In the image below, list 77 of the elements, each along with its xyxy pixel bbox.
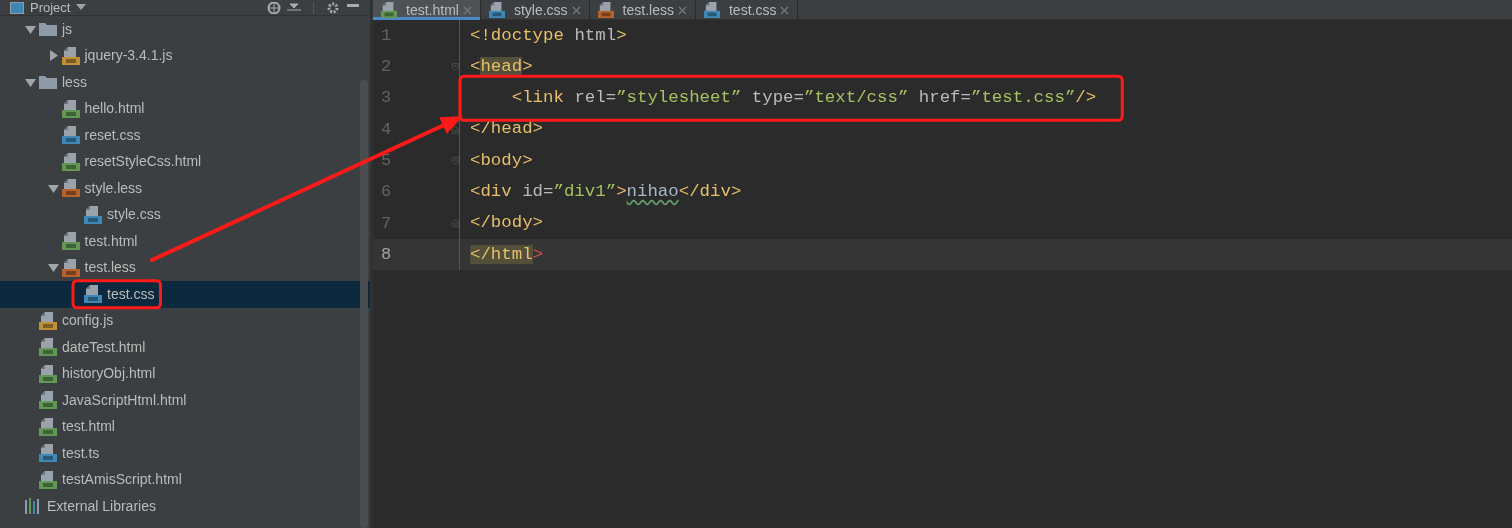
line-number: 2 <box>380 56 393 79</box>
editor-tab[interactable]: test.html <box>373 0 481 20</box>
css-file-icon <box>703 2 720 18</box>
settings-icon[interactable] <box>326 1 340 14</box>
tree-item[interactable]: test.css <box>0 281 370 308</box>
editor-tab[interactable]: test.less <box>589 0 696 20</box>
js-file-icon <box>39 311 57 330</box>
html-file-icon <box>381 2 397 18</box>
html-file-icon <box>61 99 80 118</box>
folder-icon <box>39 75 57 90</box>
editor-tab[interactable]: style.css <box>480 0 590 20</box>
tree-item[interactable]: test.less <box>0 254 370 281</box>
locate-icon[interactable] <box>267 1 281 14</box>
close-icon[interactable] <box>677 5 687 15</box>
scrollbar[interactable] <box>360 80 368 528</box>
panel-title: Project <box>30 0 71 15</box>
code-line: <!doctype html> <box>470 24 627 47</box>
code-line: </html> <box>470 243 544 266</box>
expanded-arrow-icon[interactable] <box>25 23 36 35</box>
html-file-icon <box>39 470 57 489</box>
js-file-icon <box>61 46 80 65</box>
line-number: 8 <box>380 243 393 266</box>
tree-item[interactable]: test.ts <box>0 440 370 467</box>
folder-icon <box>39 22 57 37</box>
tree-item[interactable]: hello.html <box>0 95 370 122</box>
caret-icon[interactable] <box>76 3 87 12</box>
window-icon <box>10 1 24 14</box>
code-line: <link rel=”stylesheet” type=”text/css” href=”test.css”/> <box>510 87 1097 110</box>
close-icon[interactable] <box>571 5 581 15</box>
close-icon[interactable] <box>780 5 790 15</box>
css-file-icon <box>84 285 102 304</box>
code-line: <head> <box>470 55 533 78</box>
html-file-icon <box>61 232 80 251</box>
less-file-icon <box>61 179 80 198</box>
tree-item[interactable]: resetStyleCss.html <box>0 148 370 175</box>
tree-item[interactable]: jquery-3.4.1.js <box>0 42 370 69</box>
line-number: 1 <box>380 24 393 47</box>
tree-item[interactable]: testAmisScript.html <box>0 466 370 493</box>
html-file-icon <box>39 391 57 410</box>
code-line: </body> <box>470 212 544 235</box>
line-number: 7 <box>380 212 393 235</box>
tree-item[interactable]: External Libraries <box>0 493 370 520</box>
editor-tab[interactable]: test.css <box>695 0 799 20</box>
tree-item[interactable]: js <box>0 16 370 43</box>
html-file-icon <box>61 152 80 171</box>
less-file-icon <box>597 2 614 18</box>
collapse-icon[interactable] <box>287 1 301 14</box>
tree-item[interactable]: dateTest.html <box>0 334 370 361</box>
tree-item[interactable]: style.css <box>0 201 370 228</box>
tree-item[interactable]: reset.css <box>0 122 370 149</box>
tree-item[interactable]: test.html <box>0 228 370 255</box>
line-number: 4 <box>380 118 393 141</box>
tree-item[interactable]: historyObj.html <box>0 360 370 387</box>
css-file-icon <box>61 126 80 145</box>
code-line: <div id=”div1”>nihao</div> <box>470 181 742 204</box>
html-file-icon <box>39 338 57 357</box>
libraries-icon <box>24 498 42 515</box>
tree-item[interactable]: less <box>0 69 370 96</box>
expanded-arrow-icon[interactable] <box>47 262 59 274</box>
html-file-icon <box>39 417 57 436</box>
line-number: 6 <box>380 181 393 204</box>
line-number: 3 <box>380 87 393 110</box>
tree-item[interactable]: style.less <box>0 175 370 202</box>
less-file-icon <box>61 258 80 277</box>
css-file-icon <box>84 205 102 224</box>
tree-item[interactable]: config.js <box>0 307 370 334</box>
tree-item[interactable]: JavaScriptHtml.html <box>0 387 370 414</box>
expanded-arrow-icon[interactable] <box>47 182 59 194</box>
expanded-arrow-icon[interactable] <box>25 76 36 88</box>
ts-file-icon <box>39 444 57 463</box>
line-number: 5 <box>380 150 393 173</box>
code-line: </head> <box>470 118 544 141</box>
html-file-icon <box>39 364 57 383</box>
css-file-icon <box>488 2 505 18</box>
code-line: <body> <box>470 149 533 172</box>
collapsed-arrow-icon[interactable] <box>47 50 59 62</box>
tree-item[interactable]: test.html <box>0 413 370 440</box>
